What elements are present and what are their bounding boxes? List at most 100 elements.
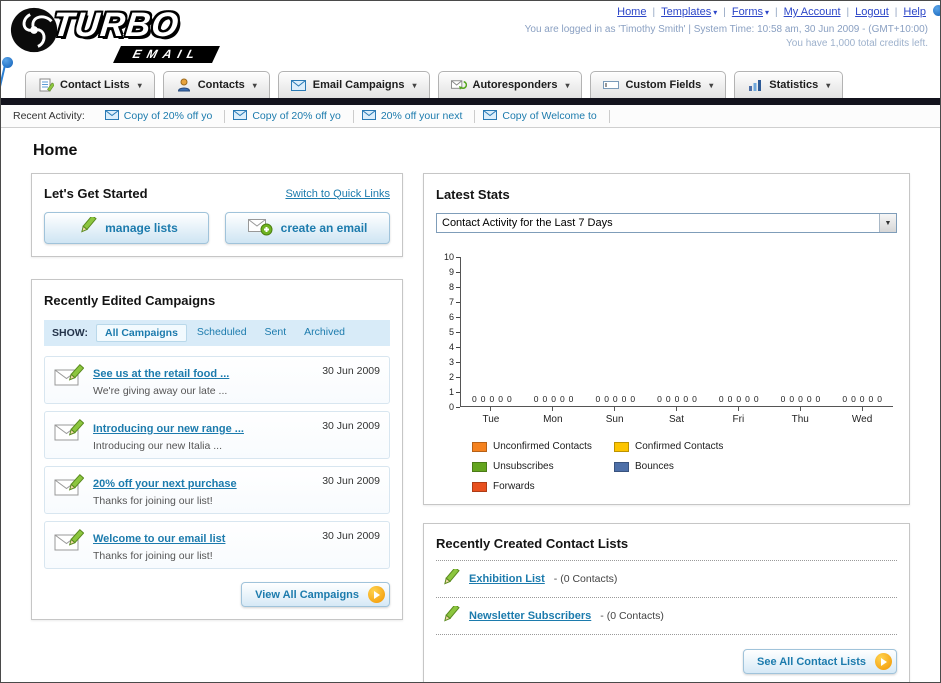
nav-tab-autoresponders[interactable]: Autoresponders ▾: [437, 71, 583, 98]
activity-item[interactable]: 20% off your next: [354, 109, 476, 123]
top-link-forms[interactable]: Forms ▾: [732, 6, 769, 18]
campaign-text: See us at the retail food ... We're givin…: [93, 363, 313, 397]
filter-scheduled[interactable]: Scheduled: [189, 324, 255, 342]
campaign-row[interactable]: Introducing our new range ... Introducing…: [44, 411, 390, 459]
left-column: Let's Get Started Switch to Quick Links: [31, 173, 403, 620]
chevron-down-icon: ▼: [879, 214, 896, 232]
campaign-row[interactable]: 20% off your next purchase Thanks for joi…: [44, 466, 390, 514]
bar-value-label: 0: [542, 394, 548, 404]
contact-list-link[interactable]: Exhibition List: [469, 573, 545, 585]
show-label: SHOW:: [52, 327, 88, 339]
x-axis-label: Wed: [851, 414, 873, 425]
main-navigation: Contact Lists ▾ Contacts ▾ Email Campaigns ▾ A…: [1, 69, 940, 98]
campaign-subtitle: Thanks for joining our list!: [93, 550, 213, 562]
filter-all-campaigns[interactable]: All Campaigns: [95, 324, 187, 342]
y-axis-label: 5: [448, 327, 454, 337]
stats-activity-dropdown[interactable]: Contact Activity for the Last 7 Days ▼: [436, 213, 897, 233]
nav-tab-custom-fields[interactable]: Custom Fields ▾: [590, 71, 727, 98]
y-tick-mark: [456, 256, 460, 258]
campaign-title-link[interactable]: Welcome to our email list: [93, 533, 225, 545]
switch-quick-links-link[interactable]: Switch to Quick Links: [285, 188, 390, 200]
x-axis-label: Mon: [543, 414, 563, 425]
y-axis-label: 4: [448, 342, 454, 352]
view-all-campaigns-button[interactable]: View All Campaigns: [241, 582, 390, 607]
y-axis-label: 7: [448, 297, 454, 307]
nav-divider-bar: [1, 98, 940, 105]
y-axis-tick: 7: [449, 297, 460, 307]
activity-items: Copy of 20% off yo Copy of 20% off yo 20% …: [97, 109, 610, 123]
bar-value-label: 0: [815, 394, 821, 404]
chevron-down-icon: ▾: [765, 8, 770, 17]
chart-groups: 00000000000000000000000000000000000: [461, 257, 893, 406]
activity-item[interactable]: Copy of 20% off yo: [225, 109, 354, 123]
legend-item-confirmed-contacts: Confirmed Contacts: [614, 441, 756, 452]
campaign-list: See us at the retail food ... We're givin…: [44, 356, 390, 569]
bar-value-label: 0: [472, 394, 477, 404]
x-axis-label: Tue: [482, 414, 500, 425]
filter-sent[interactable]: Sent: [257, 324, 295, 342]
application-window: TURBO EMAIL Home | Templates ▾ | Forms ▾ | My Ac…: [0, 0, 941, 683]
campaign-subtitle: Thanks for joining our list!: [93, 495, 213, 507]
right-column: Latest Stats Contact Activity for the La…: [423, 173, 910, 682]
x-axis-label: Sat: [669, 414, 685, 425]
campaign-date: 30 Jun 2009: [322, 530, 380, 542]
y-tick-mark: [456, 346, 460, 348]
contact-list-link[interactable]: Newsletter Subscribers: [469, 610, 591, 622]
contact-list-item[interactable]: Exhibition List - (0 Contacts): [436, 561, 897, 598]
custom-fields-icon: [603, 78, 620, 92]
bar-value-label: 0: [727, 394, 733, 404]
activity-link[interactable]: Copy of 20% off yo: [124, 110, 213, 122]
x-tick-mark: [861, 407, 863, 411]
x-tick-mark: [737, 407, 739, 411]
bar-value-labels: 00000: [534, 394, 574, 406]
legend-label: Bounces: [635, 461, 674, 472]
autoresponders-icon: [450, 78, 467, 92]
campaign-title-link[interactable]: See us at the retail food ...: [93, 368, 229, 380]
pencil-icon: [438, 566, 460, 589]
top-link-home[interactable]: Home: [617, 6, 646, 18]
chart-bar-group: 00000: [461, 257, 523, 406]
top-link-my-account[interactable]: My Account: [784, 6, 841, 18]
create-email-button[interactable]: create an email: [225, 212, 390, 244]
chart-legend: Unconfirmed Contacts Confirmed Contacts Un…: [436, 441, 897, 492]
x-axis-category: Thu: [769, 407, 831, 425]
envelope-icon: [233, 109, 248, 123]
nav-tab-email-campaigns[interactable]: Email Campaigns ▾: [277, 71, 430, 98]
see-all-contact-lists-button[interactable]: See All Contact Lists: [742, 649, 897, 674]
nav-tab-contacts[interactable]: Contacts ▾: [162, 71, 270, 98]
y-tick-mark: [456, 316, 460, 318]
envelope-icon: [483, 109, 498, 123]
stats-dropdown-value: Contact Activity for the Last 7 Days: [442, 217, 613, 229]
filter-archived[interactable]: Archived: [296, 324, 353, 342]
y-tick-mark: [456, 376, 460, 378]
activity-link[interactable]: Copy of 20% off yo: [252, 110, 341, 122]
campaign-row[interactable]: Welcome to our email list Thanks for join…: [44, 521, 390, 569]
bar-value-labels: 00000: [781, 394, 821, 406]
top-link-logout[interactable]: Logout: [855, 6, 889, 18]
bar-value-label: 0: [753, 394, 759, 404]
chart-y-axis: 10 9 8 7 6 5 4 3 2 1 0: [436, 252, 460, 412]
campaign-title-link[interactable]: 20% off your next purchase: [93, 478, 237, 490]
activity-link[interactable]: Copy of Welcome to: [502, 110, 596, 122]
y-axis-label: 6: [448, 312, 454, 322]
campaign-title-link[interactable]: Introducing our new range ...: [93, 423, 244, 435]
nav-tab-contact-lists[interactable]: Contact Lists ▾: [25, 71, 155, 98]
chevron-down-icon: ▾: [412, 80, 417, 90]
logo-title: TURBO: [51, 6, 181, 44]
activity-item[interactable]: Copy of 20% off yo: [97, 109, 226, 123]
nav-tab-statistics[interactable]: Statistics ▾: [734, 71, 844, 98]
x-axis-label: Thu: [791, 414, 809, 425]
top-link-help[interactable]: Help: [903, 6, 926, 18]
nav-tab-label: Contacts: [197, 79, 245, 91]
envelope-icon: [104, 109, 119, 123]
envelope-icon: [361, 109, 376, 123]
activity-item[interactable]: Copy of Welcome to: [475, 109, 610, 123]
separator: |: [652, 7, 656, 18]
top-link-templates[interactable]: Templates ▾: [661, 6, 717, 18]
activity-link[interactable]: 20% off your next: [381, 110, 463, 122]
contact-list-item[interactable]: Newsletter Subscribers - (0 Contacts): [436, 598, 897, 635]
legend-item-unconfirmed-contacts: Unconfirmed Contacts: [472, 441, 614, 452]
manage-lists-button[interactable]: manage lists: [44, 212, 209, 244]
campaign-row[interactable]: See us at the retail food ... We're givin…: [44, 356, 390, 404]
manage-lists-label: manage lists: [105, 221, 178, 235]
